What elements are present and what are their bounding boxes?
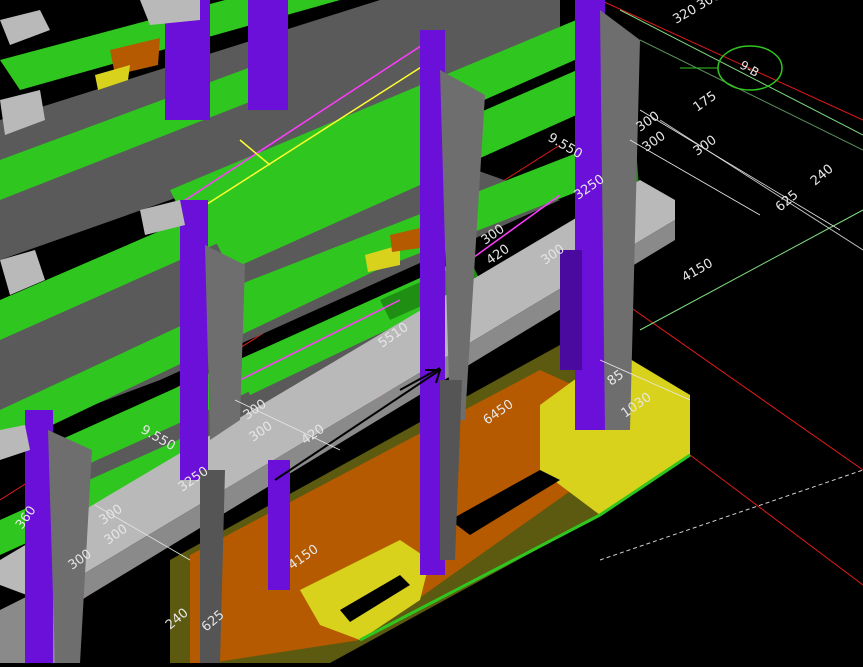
- bim-3d-viewport[interactable]: 9-B 320 300 175 300 300 300 240 625 4150…: [0, 0, 863, 663]
- structural-model-canvas[interactable]: 9-B 320 300 175 300 300 300 240 625 4150…: [0, 0, 863, 663]
